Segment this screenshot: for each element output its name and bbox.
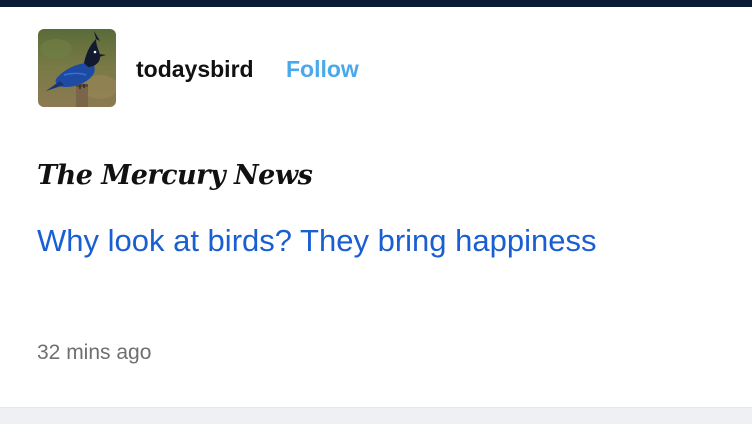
avatar[interactable]: [38, 29, 116, 107]
top-bar: [0, 0, 752, 7]
post-timestamp: 32 mins ago: [37, 341, 152, 364]
username[interactable]: todaysbird: [136, 55, 254, 83]
publisher-logo: The Mercury News: [37, 160, 313, 191]
card-footer-divider: [0, 407, 752, 424]
bird-avatar-icon: [38, 29, 116, 107]
article-headline-link[interactable]: Why look at birds? They bring happiness: [37, 222, 596, 260]
follow-button[interactable]: Follow: [286, 55, 359, 83]
